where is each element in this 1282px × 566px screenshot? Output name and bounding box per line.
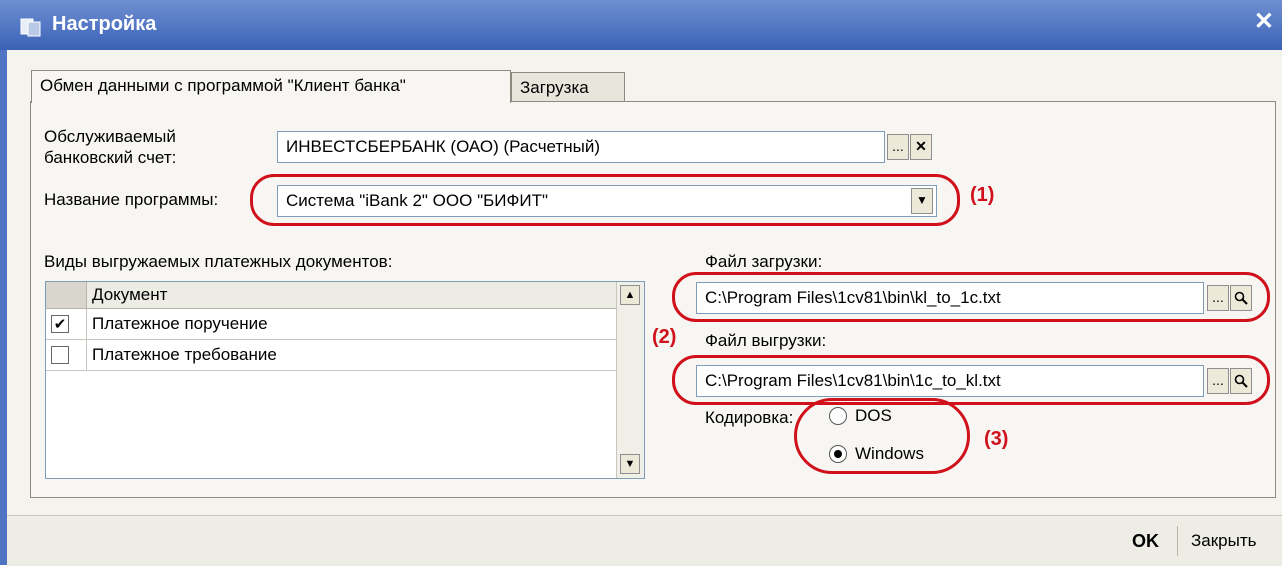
- annotation-marker-1: (1): [970, 184, 995, 206]
- close-button[interactable]: Закрыть: [1191, 531, 1256, 551]
- tab-data-exchange[interactable]: Обмен данными с программой "Клиент банка…: [31, 70, 511, 103]
- export-file-select-button[interactable]: ...: [1207, 368, 1229, 394]
- close-icon[interactable]: ✕: [1254, 10, 1274, 34]
- export-file-field[interactable]: C:\Program Files\1cv81\bin\1c_to_kl.txt: [696, 365, 1204, 397]
- annotation-marker-3: (3): [984, 428, 1009, 450]
- table-header: Документ: [46, 282, 616, 309]
- column-header-document[interactable]: Документ: [92, 285, 167, 305]
- row-checkbox[interactable]: ✔: [51, 315, 69, 333]
- import-file-select-button[interactable]: ...: [1207, 285, 1229, 311]
- magnifier-glyph: [1234, 374, 1248, 388]
- table-row[interactable]: Платежное требование: [46, 340, 616, 371]
- import-file-label: Файл загрузки:: [705, 252, 823, 271]
- documents-label: Виды выгружаемых платежных документов:: [44, 252, 393, 271]
- divider: [86, 340, 87, 370]
- export-file-label: Файл выгрузки:: [705, 331, 827, 350]
- radio-dos-label[interactable]: DOS: [855, 406, 892, 426]
- ok-button[interactable]: OK: [1132, 531, 1159, 552]
- table-row[interactable]: ✔ Платежное поручение: [46, 309, 616, 340]
- documents-table: Документ ✔ Платежное поручение Платежное…: [45, 281, 645, 479]
- title-bar: Настройка ✕: [0, 0, 1282, 50]
- program-label: Название программы:: [44, 190, 219, 209]
- magnifier-glyph: [1234, 291, 1248, 305]
- divider: [86, 309, 87, 339]
- row-checkbox[interactable]: [51, 346, 69, 364]
- window-frame: [0, 50, 7, 565]
- header-selector-cell: [46, 282, 87, 308]
- bank-account-label: Обслуживаемый банковский счет:: [44, 127, 177, 167]
- chevron-down-icon[interactable]: ▼: [911, 188, 933, 214]
- radio-dos[interactable]: [829, 407, 847, 425]
- scroll-up-icon[interactable]: ▲: [620, 285, 640, 305]
- bank-account-clear-button[interactable]: ✕: [910, 134, 932, 160]
- app-settings-icon: [20, 18, 41, 37]
- footer-bar: [7, 515, 1282, 566]
- tab-import[interactable]: Загрузка: [511, 72, 625, 103]
- annotation-marker-2: (2): [652, 326, 677, 348]
- scroll-down-icon[interactable]: ▼: [620, 454, 640, 474]
- row-document-name: Платежное поручение: [92, 314, 268, 333]
- row-document-name: Платежное требование: [92, 345, 277, 364]
- encoding-label: Кодировка:: [705, 408, 794, 427]
- radio-windows[interactable]: [829, 445, 847, 463]
- vertical-scrollbar[interactable]: ▲ ▼: [616, 282, 644, 478]
- bank-account-field[interactable]: ИНВЕСТСБЕРБАНК (ОАО) (Расчетный): [277, 131, 885, 163]
- magnifier-icon[interactable]: [1230, 285, 1252, 311]
- bank-account-select-button[interactable]: ...: [887, 134, 909, 160]
- footer-divider: [1177, 526, 1178, 556]
- magnifier-icon[interactable]: [1230, 368, 1252, 394]
- window-title: Настройка: [52, 13, 157, 35]
- radio-selected-dot: [834, 450, 842, 458]
- program-select[interactable]: Система "iBank 2" ООО "БИФИТ": [277, 185, 937, 217]
- import-file-field[interactable]: C:\Program Files\1cv81\bin\kl_to_1c.txt: [696, 282, 1204, 314]
- radio-windows-label[interactable]: Windows: [855, 444, 924, 464]
